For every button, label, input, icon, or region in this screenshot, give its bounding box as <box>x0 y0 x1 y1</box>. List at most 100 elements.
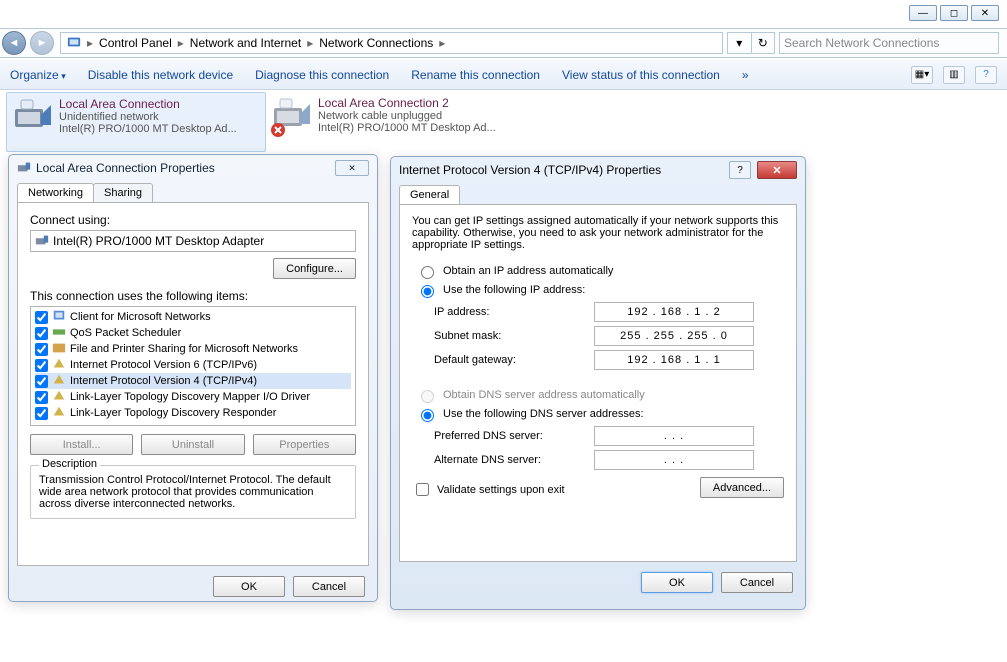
field-label: Preferred DNS server: <box>434 430 594 442</box>
view-status-button[interactable]: View status of this connection <box>562 68 720 82</box>
view-options-icon[interactable]: ▦▾ <box>911 66 933 84</box>
tab-sharing[interactable]: Sharing <box>93 183 153 202</box>
protocol-list[interactable]: Client for Microsoft Networks QoS Packet… <box>30 306 356 426</box>
disable-device-button[interactable]: Disable this network device <box>88 68 233 82</box>
properties-button[interactable]: Properties <box>253 434 356 455</box>
refresh-icon[interactable]: ↻ <box>752 33 775 53</box>
connection-item[interactable]: Local Area Connection 2 Network cable un… <box>266 92 526 152</box>
dialog-titlebar[interactable]: Internet Protocol Version 4 (TCP/IPv4) P… <box>391 157 805 183</box>
breadcrumb-icon <box>67 35 81 52</box>
chevron-down-icon[interactable]: ▾ <box>728 33 752 53</box>
radio-label: Obtain an IP address automatically <box>443 265 613 277</box>
item-label: QoS Packet Scheduler <box>70 327 181 339</box>
list-item[interactable]: File and Printer Sharing for Microsoft N… <box>35 341 351 357</box>
item-checkbox[interactable] <box>35 327 48 340</box>
connection-list: Local Area Connection Unidentified netwo… <box>6 92 1001 152</box>
breadcrumb-dropdown[interactable]: ▾ ↻ <box>727 32 775 54</box>
radio-label: Use the following DNS server addresses: <box>443 408 644 420</box>
cancel-button[interactable]: Cancel <box>721 572 793 593</box>
nav-back-button[interactable]: ◄ <box>2 31 26 55</box>
organize-menu[interactable]: Organize <box>10 68 66 82</box>
adapter-field[interactable]: Intel(R) PRO/1000 MT Desktop Adapter <box>30 230 356 252</box>
dialog-close-button[interactable]: ✕ <box>757 161 797 179</box>
breadcrumb-part[interactable]: Network and Internet <box>190 36 301 50</box>
nic-small-icon <box>17 160 31 177</box>
radio-obtain-dns-auto: Obtain DNS server address automatically <box>416 387 784 403</box>
breadcrumb[interactable]: ▸ Control Panel▸ Network and Internet▸ N… <box>60 32 723 54</box>
nic-icon <box>13 97 53 137</box>
field-label: Alternate DNS server: <box>434 454 594 466</box>
radio-input[interactable] <box>421 409 434 422</box>
dialog-titlebar[interactable]: Local Area Connection Properties ✕ <box>9 155 377 181</box>
preview-pane-icon[interactable]: ▥ <box>943 66 965 84</box>
ip-address-input[interactable]: 192 . 168 . 1 . 2 <box>594 302 754 322</box>
radio-input[interactable] <box>421 285 434 298</box>
diagnose-button[interactable]: Diagnose this connection <box>255 68 389 82</box>
configure-button[interactable]: Configure... <box>273 258 356 279</box>
subnet-mask-input[interactable]: 255 . 255 . 255 . 0 <box>594 326 754 346</box>
ok-button[interactable]: OK <box>213 576 285 597</box>
list-item[interactable]: Internet Protocol Version 4 (TCP/IPv4) <box>35 373 351 389</box>
breadcrumb-part[interactable]: Network Connections <box>319 36 433 50</box>
default-gateway-input[interactable]: 192 . 168 . 1 . 1 <box>594 350 754 370</box>
tab-networking[interactable]: Networking <box>17 183 94 202</box>
item-checkbox[interactable] <box>35 311 48 324</box>
radio-input[interactable] <box>421 266 434 279</box>
item-label: Internet Protocol Version 4 (TCP/IPv4) <box>70 375 257 387</box>
cancel-button[interactable]: Cancel <box>293 576 365 597</box>
subnet-mask-row: Subnet mask: 255 . 255 . 255 . 0 <box>434 326 784 346</box>
list-item[interactable]: Link-Layer Topology Discovery Responder <box>35 405 351 421</box>
validate-checkbox[interactable] <box>416 483 429 496</box>
command-bar: Organize Disable this network device Dia… <box>0 60 1007 90</box>
radio-obtain-ip-auto[interactable]: Obtain an IP address automatically <box>416 263 784 279</box>
item-checkbox[interactable] <box>35 391 48 404</box>
intro-text: You can get IP settings assigned automat… <box>412 215 784 251</box>
nic-icon <box>272 96 312 136</box>
alternate-dns-input[interactable]: . . . <box>594 450 754 470</box>
minimize-button[interactable]: — <box>909 5 937 21</box>
install-button[interactable]: Install... <box>30 434 133 455</box>
tab-strip: General <box>391 185 805 204</box>
list-item[interactable]: Link-Layer Topology Discovery Mapper I/O… <box>35 389 351 405</box>
items-label: This connection uses the following items… <box>30 289 356 303</box>
tab-general[interactable]: General <box>399 185 460 204</box>
ok-button[interactable]: OK <box>641 572 713 593</box>
preferred-dns-input[interactable]: . . . <box>594 426 754 446</box>
item-checkbox[interactable] <box>35 407 48 420</box>
tab-body: Connect using: Intel(R) PRO/1000 MT Desk… <box>17 202 369 566</box>
item-checkbox[interactable] <box>35 375 48 388</box>
connection-title: Local Area Connection <box>59 97 237 111</box>
field-label: Subnet mask: <box>434 330 594 342</box>
item-checkbox[interactable] <box>35 343 48 356</box>
client-icon <box>52 309 66 326</box>
dialog-title: Local Area Connection Properties <box>36 161 215 175</box>
protocol-icon <box>52 373 66 390</box>
radio-use-following-ip[interactable]: Use the following IP address: <box>416 282 784 298</box>
service-icon <box>52 325 66 342</box>
advanced-button[interactable]: Advanced... <box>700 477 784 498</box>
rename-button[interactable]: Rename this connection <box>411 68 540 82</box>
alternate-dns-row: Alternate DNS server: . . . <box>434 450 784 470</box>
nav-forward-button[interactable]: ► <box>30 31 54 55</box>
description-text: Transmission Control Protocol/Internet P… <box>39 474 347 510</box>
help-button[interactable]: ? <box>729 161 751 179</box>
radio-label: Obtain DNS server address automatically <box>443 389 645 401</box>
more-commands[interactable]: » <box>742 68 749 82</box>
list-item[interactable]: Client for Microsoft Networks <box>35 309 351 325</box>
breadcrumb-part[interactable]: Control Panel <box>99 36 172 50</box>
uninstall-button[interactable]: Uninstall <box>141 434 244 455</box>
checkbox-label: Validate settings upon exit <box>437 484 565 496</box>
list-item[interactable]: Internet Protocol Version 6 (TCP/IPv6) <box>35 357 351 373</box>
help-icon[interactable]: ? <box>975 66 997 84</box>
field-label: IP address: <box>434 306 594 318</box>
list-item[interactable]: QoS Packet Scheduler <box>35 325 351 341</box>
search-input[interactable]: Search Network Connections <box>779 32 999 54</box>
item-checkbox[interactable] <box>35 359 48 372</box>
item-label: Link-Layer Topology Discovery Responder <box>70 407 276 419</box>
radio-use-following-dns[interactable]: Use the following DNS server addresses: <box>416 406 784 422</box>
connection-item[interactable]: Local Area Connection Unidentified netwo… <box>6 92 266 152</box>
close-button[interactable]: ✕ <box>971 5 999 21</box>
address-bar: ◄ ► ▸ Control Panel▸ Network and Interne… <box>0 28 1007 58</box>
dialog-close-button[interactable]: ✕ <box>335 160 369 176</box>
maximize-button[interactable]: ◻ <box>940 5 968 21</box>
